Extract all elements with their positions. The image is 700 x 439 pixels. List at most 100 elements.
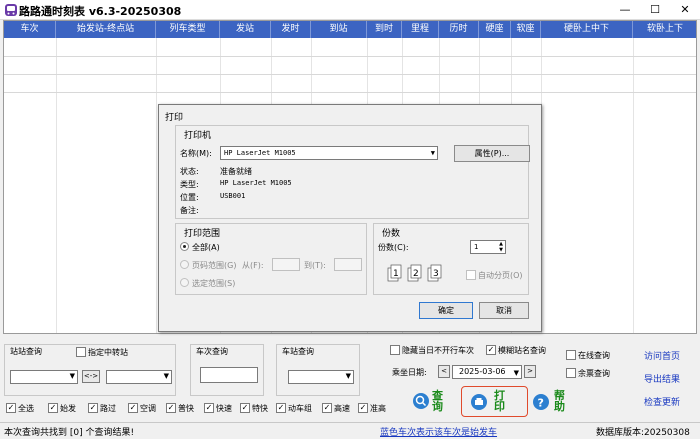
filter-origin-checkbox[interactable] xyxy=(48,403,58,413)
printer-name-select[interactable]: HP LaserJet M1005 ▼ xyxy=(220,146,438,160)
remaining-tickets-label: 余票查询 xyxy=(578,369,610,378)
minimize-button[interactable]: — xyxy=(610,0,640,20)
filter-all-checkbox[interactable] xyxy=(6,403,16,413)
prev-date-button[interactable]: < xyxy=(438,365,450,378)
from-station-select[interactable]: ▼ xyxy=(10,370,78,384)
chevron-down-icon: ▼ xyxy=(163,372,169,380)
filter-emu-label: 动车组 xyxy=(288,404,312,413)
title-bar: 路路通时刻表 v6.3-20250308 — ☐ ✕ xyxy=(0,0,700,20)
grid-divider xyxy=(56,38,57,333)
check-update-link[interactable]: 检查更新 xyxy=(644,395,680,408)
copies-value: 1 xyxy=(474,243,479,251)
station-stop-query-label: 车站查询 xyxy=(282,347,314,356)
col-header-depart-station[interactable]: 发站 xyxy=(220,21,271,38)
to-station-select[interactable]: ▼ xyxy=(106,370,172,384)
comment-label: 备注: xyxy=(180,206,199,215)
via-transfer-checkbox[interactable] xyxy=(76,347,86,357)
maximize-button[interactable]: ☐ xyxy=(640,0,670,20)
swap-stations-button[interactable]: <-> xyxy=(82,370,100,383)
col-header-arrive-time[interactable]: 到时 xyxy=(367,21,402,38)
range-from-label: 从(F): xyxy=(242,261,264,270)
filter-express-checkbox[interactable] xyxy=(240,403,250,413)
train-app-icon xyxy=(5,4,17,16)
collate-pages-icon: 1 2 3 xyxy=(387,264,442,282)
filter-high-speed-checkbox[interactable] xyxy=(322,403,332,413)
remaining-tickets-checkbox[interactable] xyxy=(566,368,576,378)
train-number-input[interactable] xyxy=(200,367,258,383)
col-header-depart-time[interactable]: 发时 xyxy=(271,21,311,38)
help-icon[interactable]: ? xyxy=(532,393,550,411)
col-header-arrive-station[interactable]: 到站 xyxy=(311,21,367,38)
via-transfer-label: 指定中转站 xyxy=(88,348,128,357)
spin-arrows-icon[interactable]: ▲ ▼ xyxy=(499,241,503,253)
fuzzy-station-checkbox[interactable] xyxy=(486,345,496,355)
print-range-title: 打印范围 xyxy=(182,226,223,239)
filter-high-speed-label: 高速 xyxy=(334,404,350,413)
chevron-down-icon: ▼ xyxy=(69,372,75,380)
copies-spinner[interactable]: 1 ▲ ▼ xyxy=(470,240,506,254)
range-to-input[interactable] xyxy=(334,258,362,271)
ok-button[interactable]: 确定 xyxy=(419,302,473,319)
filter-semi-high-speed-checkbox[interactable] xyxy=(358,403,368,413)
ride-date-picker[interactable]: 2025-03-06 ▼ xyxy=(452,365,522,379)
print-button-label: 打印 xyxy=(494,389,505,413)
station-select[interactable]: ▼ xyxy=(288,370,354,384)
ride-date-label: 乘坐日期: xyxy=(392,368,427,377)
grid-row-divider xyxy=(4,56,696,57)
col-header-distance[interactable]: 里程 xyxy=(402,21,439,38)
visit-home-link[interactable]: 访问首页 xyxy=(644,349,680,362)
type-label: 类型: xyxy=(180,180,199,189)
filter-origin-label: 始发 xyxy=(60,404,76,413)
close-button[interactable]: ✕ xyxy=(670,0,700,20)
col-header-route[interactable]: 始发站-终点站 xyxy=(56,21,156,38)
where-value: USB001 xyxy=(220,192,246,200)
col-header-hard-seat[interactable]: 硬座 xyxy=(479,21,511,38)
chevron-down-icon: ▼ xyxy=(430,149,435,157)
properties-button[interactable]: 属性(P)... xyxy=(454,145,530,162)
cancel-button[interactable]: 取消 xyxy=(479,302,529,319)
print-button[interactable]: 打印 xyxy=(461,386,528,417)
grid-row-divider xyxy=(4,92,696,93)
online-query-checkbox[interactable] xyxy=(566,350,576,360)
help-button[interactable]: 帮助 xyxy=(554,390,566,412)
range-pages-radio[interactable] xyxy=(180,260,189,269)
col-header-soft-seat[interactable]: 软座 xyxy=(511,21,541,38)
grid-row-divider xyxy=(4,74,696,75)
col-header-hard-sleeper[interactable]: 硬卧上中下 xyxy=(541,21,633,38)
filter-emu-checkbox[interactable] xyxy=(276,403,286,413)
printer-icon xyxy=(471,394,487,410)
range-from-input[interactable] xyxy=(272,258,300,271)
range-selection-label: 选定范围(S) xyxy=(192,279,236,288)
range-all-radio[interactable] xyxy=(180,242,189,251)
status-db-version: 数据库版本:20250308 xyxy=(596,428,690,438)
grid-divider xyxy=(156,38,157,333)
filter-aircon-checkbox[interactable] xyxy=(128,403,138,413)
col-header-type[interactable]: 列车类型 xyxy=(156,21,220,38)
export-results-link[interactable]: 导出结果 xyxy=(644,372,680,385)
col-header-soft-sleeper[interactable]: 软卧上下 xyxy=(633,21,696,38)
col-header-duration[interactable]: 历时 xyxy=(439,21,479,38)
print-range-group: 打印范围 全部(A) 页码范围(G) 从(F): 到(T): 选定范围(S) xyxy=(175,223,367,295)
filter-passing-checkbox[interactable] xyxy=(88,403,98,413)
range-to-label: 到(T): xyxy=(304,261,326,270)
next-date-button[interactable]: > xyxy=(524,365,536,378)
chevron-down-icon: ▼ xyxy=(345,372,351,380)
col-header-train[interactable]: 车次 xyxy=(4,21,56,38)
collate-checkbox[interactable] xyxy=(466,270,476,280)
print-dialog: 打印 打印机 名称(M): HP LaserJet M1005 ▼ 属性(P).… xyxy=(158,104,542,332)
hide-non-running-checkbox[interactable] xyxy=(390,345,400,355)
filter-ordinary-express-checkbox[interactable] xyxy=(166,403,176,413)
where-label: 位置: xyxy=(180,193,199,202)
query-button[interactable]: 查询 xyxy=(432,390,444,412)
fuzzy-station-label: 模糊站名查询 xyxy=(498,346,546,355)
range-selection-radio[interactable] xyxy=(180,278,189,287)
filter-semi-high-speed-label: 准高 xyxy=(370,404,386,413)
filter-fast-checkbox[interactable] xyxy=(204,403,214,413)
train-query-label: 车次查询 xyxy=(196,347,228,356)
status-bar: 本次查询共找到 [0] 个查询结果! 蓝色车次表示该车次是始发车 数据库版本:2… xyxy=(0,422,700,439)
printer-name-value: HP LaserJet M1005 xyxy=(224,149,296,157)
range-all-label: 全部(A) xyxy=(192,243,220,252)
copies-group: 份数 份数(C): 1 ▲ ▼ 1 2 3 自动分页(O) xyxy=(373,223,529,295)
search-icon[interactable] xyxy=(412,392,430,410)
hide-non-running-label: 隐藏当日不开行车次 xyxy=(402,346,474,355)
